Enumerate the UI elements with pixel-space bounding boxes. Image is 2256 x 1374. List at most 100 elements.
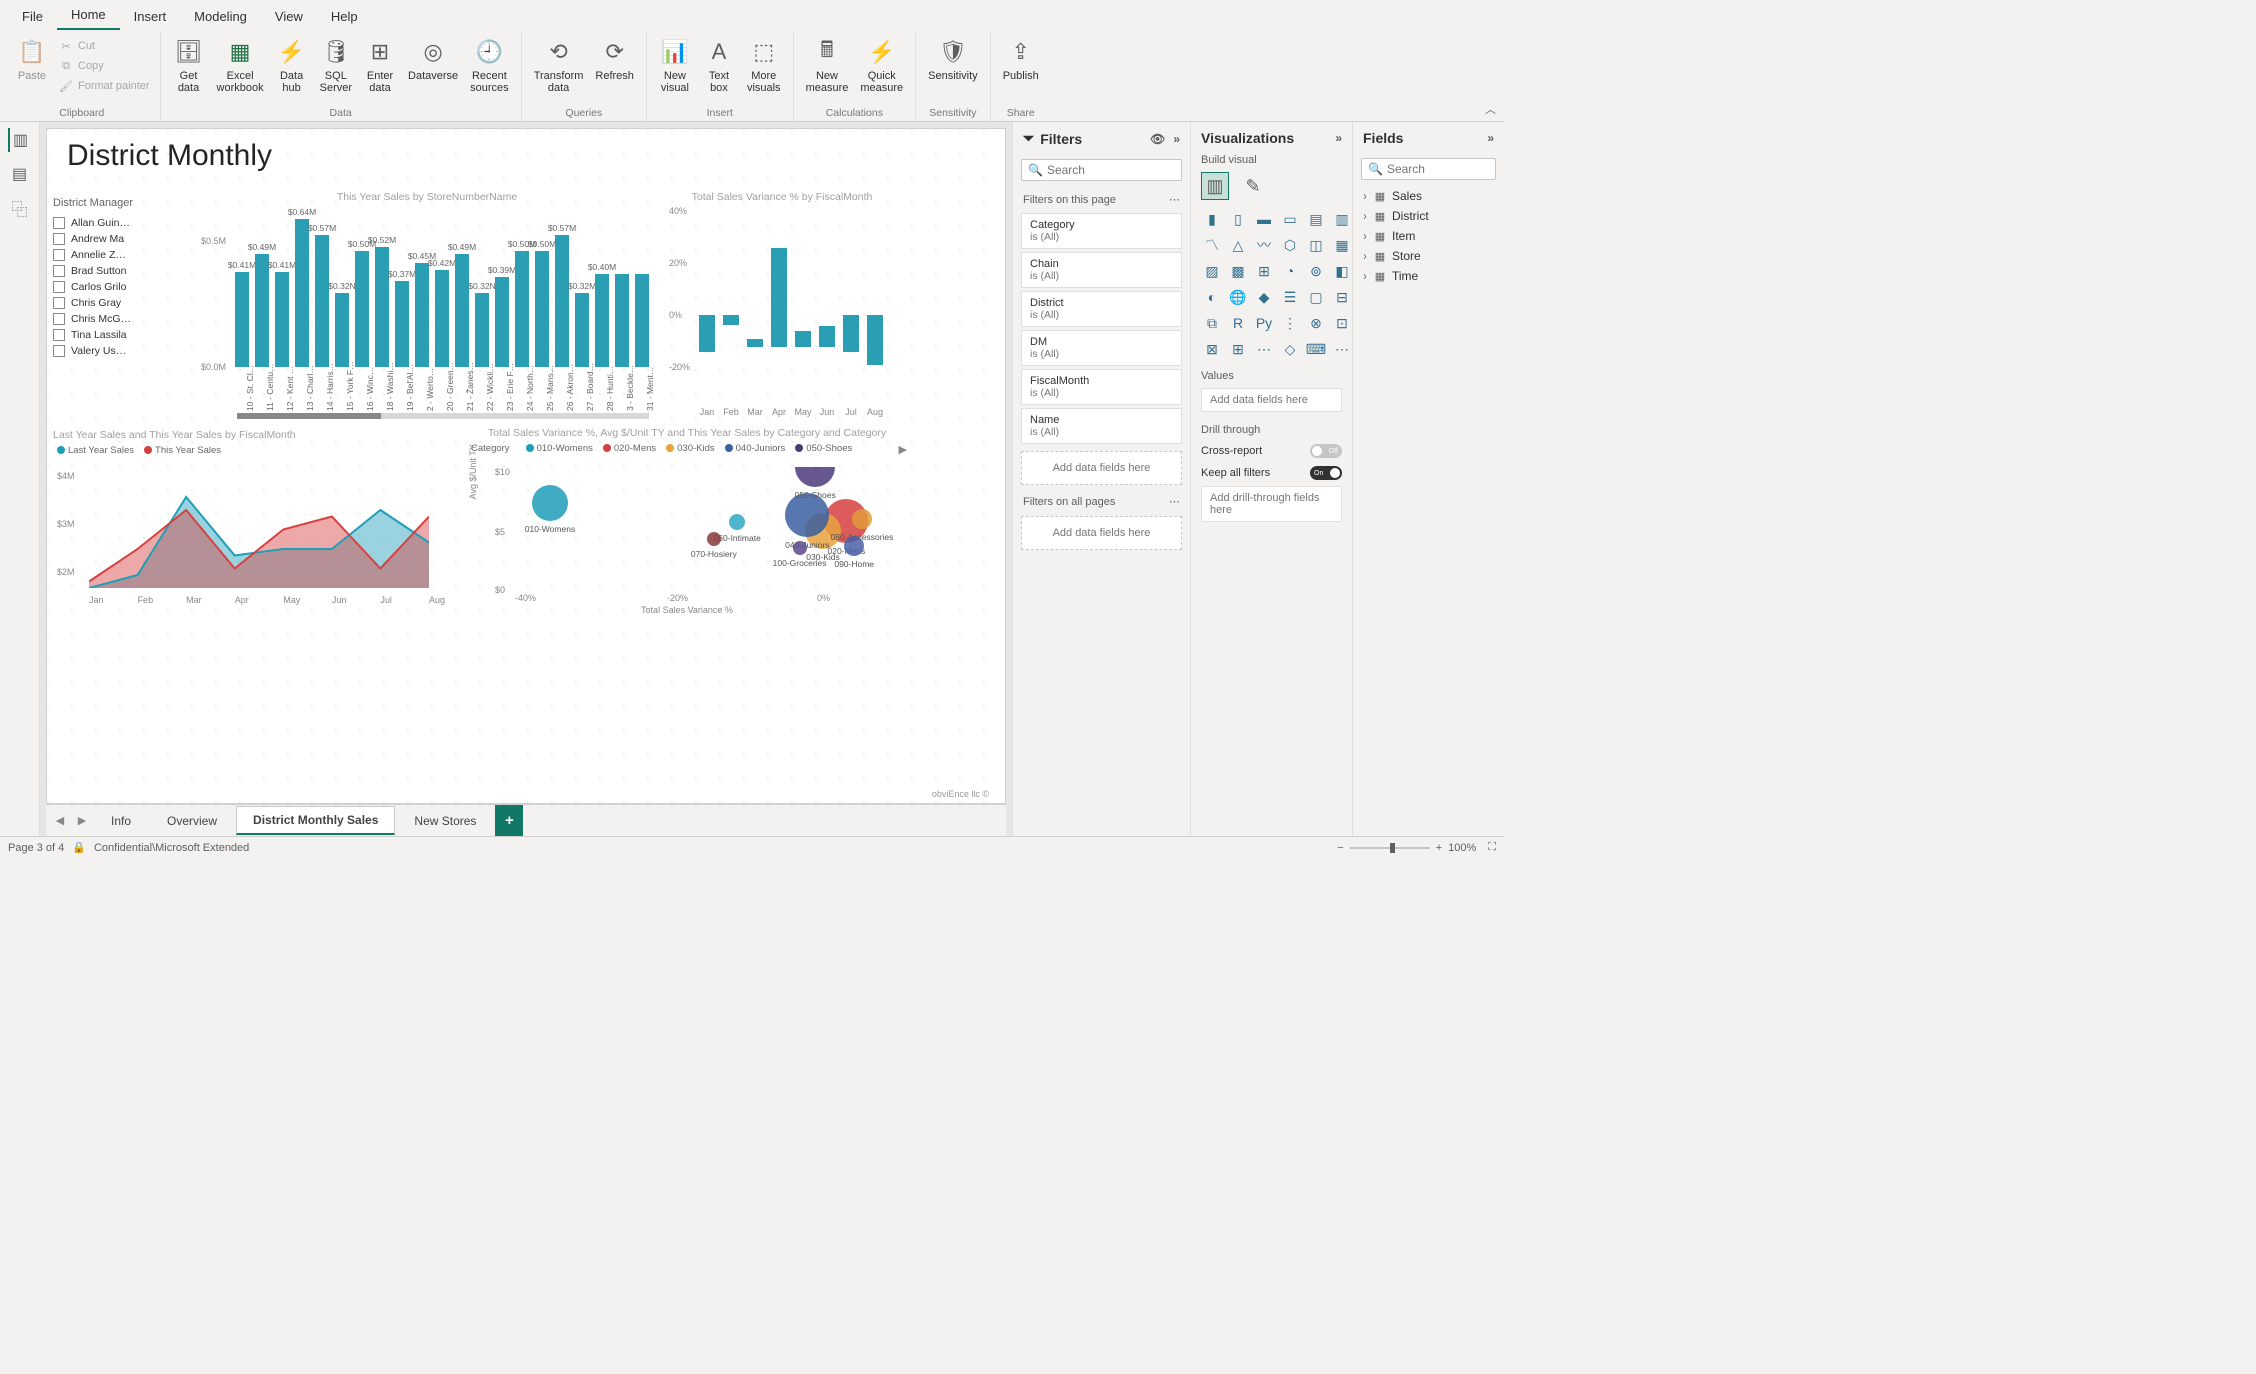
viz-type-icon[interactable]: ⋮: [1279, 312, 1301, 334]
menu-view[interactable]: View: [261, 3, 317, 30]
filter-card[interactable]: Nameis (All): [1021, 408, 1182, 444]
format-tab-icon[interactable]: ✎: [1239, 172, 1267, 200]
enter-data-button[interactable]: ⊞Enter data: [358, 34, 402, 96]
sql-server-button[interactable]: 🛢SQL Server: [314, 34, 358, 96]
bubble[interactable]: [532, 485, 568, 521]
filters-search-input[interactable]: [1047, 163, 1202, 177]
field-table[interactable]: ▦District: [1353, 206, 1504, 226]
format-painter-button[interactable]: 🖌Format painter: [54, 76, 154, 96]
more-visuals-button[interactable]: ⬚More visuals: [741, 34, 787, 96]
viz-type-icon[interactable]: ⊗: [1305, 312, 1327, 334]
slicer-item[interactable]: Carlos Grilo: [53, 279, 173, 295]
viz-type-icon[interactable]: ⊞: [1253, 260, 1275, 282]
viz-type-icon[interactable]: ◆: [1253, 286, 1275, 308]
page-tab-district-monthly[interactable]: District Monthly Sales: [236, 806, 395, 835]
values-dropzone[interactable]: Add data fields here: [1201, 388, 1342, 412]
filter-card[interactable]: DMis (All): [1021, 330, 1182, 366]
variance-bar[interactable]: [819, 326, 835, 347]
viz-type-icon[interactable]: ▥: [1331, 208, 1353, 230]
zoom-out-icon[interactable]: −: [1337, 842, 1343, 854]
bubble[interactable]: [795, 467, 835, 487]
bar[interactable]: [355, 251, 369, 367]
viz-type-icon[interactable]: ▤: [1305, 208, 1327, 230]
slicer-item[interactable]: Valery Us…: [53, 343, 173, 359]
bar[interactable]: [395, 281, 409, 367]
report-canvas[interactable]: District Monthly District Manager Allan …: [46, 128, 1006, 804]
bubble[interactable]: [707, 532, 721, 546]
cross-report-toggle[interactable]: Off: [1310, 444, 1342, 458]
variance-bar[interactable]: [867, 315, 883, 365]
variance-bar[interactable]: [723, 315, 739, 325]
viz-type-icon[interactable]: ▩: [1227, 260, 1249, 282]
bar[interactable]: [635, 274, 649, 367]
more-icon[interactable]: ⋯: [1169, 495, 1180, 508]
slicer-item[interactable]: Brad Sutton: [53, 263, 173, 279]
page-tab-new-stores[interactable]: New Stores: [397, 807, 493, 835]
bar[interactable]: [255, 254, 269, 367]
viz-type-icon[interactable]: ⊡: [1331, 312, 1353, 334]
filters-search[interactable]: 🔍: [1021, 159, 1182, 181]
bar[interactable]: [455, 254, 469, 367]
zoom-in-icon[interactable]: +: [1436, 842, 1442, 854]
viz-type-icon[interactable]: ▢: [1305, 286, 1327, 308]
scrollbar[interactable]: [237, 413, 649, 419]
bar[interactable]: [555, 235, 569, 367]
data-hub-button[interactable]: ⚡Data hub: [270, 34, 314, 96]
publish-button[interactable]: ⇪Publish: [997, 34, 1045, 84]
slicer-item[interactable]: Chris McG…: [53, 311, 173, 327]
bar[interactable]: [415, 263, 429, 367]
filter-card[interactable]: FiscalMonthis (All): [1021, 369, 1182, 405]
field-table[interactable]: ▦Sales: [1353, 186, 1504, 206]
recent-sources-button[interactable]: 🕘Recent sources: [464, 34, 515, 96]
bubble[interactable]: [793, 541, 807, 555]
bubble[interactable]: [844, 536, 864, 556]
viz-type-icon[interactable]: △: [1227, 234, 1249, 256]
drill-through-dropzone[interactable]: Add drill-through fields here: [1201, 486, 1342, 522]
variance-bar-chart[interactable]: Total Sales Variance % by FiscalMonth 40…: [667, 191, 897, 421]
filter-card[interactable]: Districtis (All): [1021, 291, 1182, 327]
prev-page-icon[interactable]: ◀: [50, 814, 70, 827]
model-view-icon[interactable]: ⿻: [8, 196, 32, 220]
excel-button[interactable]: ▦Excel workbook: [211, 34, 270, 96]
bar[interactable]: [595, 274, 609, 367]
viz-type-icon[interactable]: ⋯: [1331, 338, 1353, 360]
viz-type-icon[interactable]: Py: [1253, 312, 1275, 334]
collapse-pane-icon[interactable]: »: [1335, 131, 1342, 145]
filter-card[interactable]: Chainis (All): [1021, 252, 1182, 288]
build-tab-icon[interactable]: ▥: [1201, 172, 1229, 200]
bar[interactable]: [335, 293, 349, 367]
viz-type-icon[interactable]: 〽: [1201, 234, 1223, 256]
viz-type-icon[interactable]: ◫: [1305, 234, 1327, 256]
sensitivity-button[interactable]: 🛡Sensitivity: [922, 34, 984, 84]
fields-search[interactable]: 🔍: [1361, 158, 1496, 180]
area-chart-sales[interactable]: Last Year Sales and This Year Sales by F…: [53, 429, 453, 609]
filter-card[interactable]: Categoryis (All): [1021, 213, 1182, 249]
data-view-icon[interactable]: ▤: [8, 162, 32, 186]
bar[interactable]: [615, 274, 629, 367]
collapse-ribbon-icon[interactable]: ︿: [1485, 101, 1496, 117]
menu-help[interactable]: Help: [317, 3, 372, 30]
keep-filters-toggle[interactable]: On: [1310, 466, 1342, 480]
refresh-button[interactable]: ⟳Refresh: [589, 34, 640, 84]
bubble[interactable]: [729, 514, 745, 530]
viz-type-icon[interactable]: ▦: [1331, 234, 1353, 256]
viz-type-icon[interactable]: ⊟: [1331, 286, 1353, 308]
collapse-pane-icon[interactable]: »: [1487, 131, 1494, 145]
viz-type-icon[interactable]: ⊚: [1305, 260, 1327, 282]
bar[interactable]: [315, 235, 329, 367]
viz-type-icon[interactable]: ▮: [1201, 208, 1223, 230]
filters-on-page-dropzone[interactable]: Add data fields here: [1021, 451, 1182, 485]
fit-page-icon[interactable]: ⛶: [1488, 841, 1496, 854]
district-manager-slicer[interactable]: District Manager Allan Guin…Andrew MaAnn…: [53, 197, 173, 359]
viz-type-icon[interactable]: 🌐: [1227, 286, 1249, 308]
bar[interactable]: [475, 293, 489, 367]
slicer-item[interactable]: Andrew Ma: [53, 231, 173, 247]
bar[interactable]: [275, 272, 289, 367]
viz-type-icon[interactable]: ⊞: [1227, 338, 1249, 360]
page-tab-overview[interactable]: Overview: [150, 807, 234, 835]
dataverse-button[interactable]: ◎Dataverse: [402, 34, 464, 84]
slicer-item[interactable]: Chris Gray: [53, 295, 173, 311]
new-measure-button[interactable]: 🖩New measure: [800, 34, 855, 96]
play-axis-icon[interactable]: ▶: [899, 443, 907, 456]
variance-bar[interactable]: [843, 315, 859, 352]
